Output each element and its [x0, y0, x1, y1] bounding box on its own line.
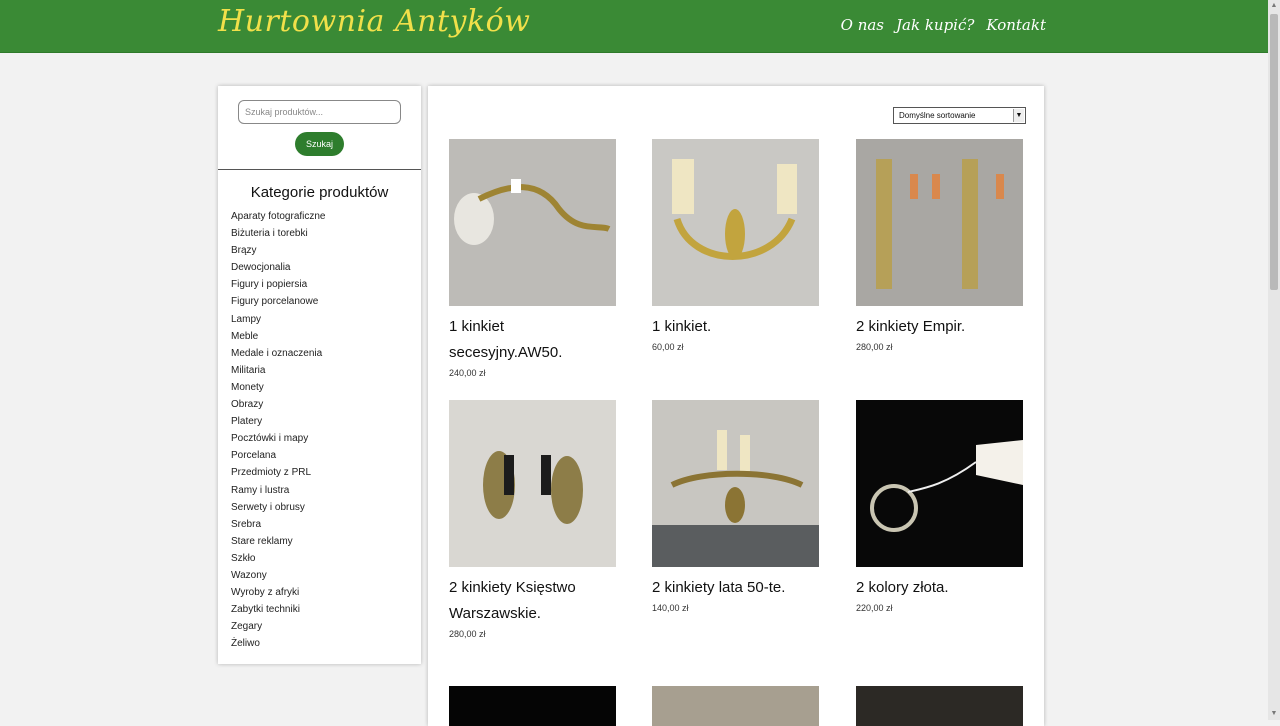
sort-select[interactable]: Domyślne sortowanie ▼ [893, 107, 1026, 124]
page-scrollbar[interactable]: ▲ ▼ [1268, 0, 1280, 720]
category-link[interactable]: Pocztówki i mapy [231, 430, 326, 447]
product-image[interactable] [449, 139, 616, 306]
product-card[interactable]: 1 kinkiet. 60,00 zł [652, 139, 819, 352]
product-title[interactable]: 1 kinkiet secesyjny.AW50. [449, 314, 616, 366]
search-button[interactable]: Szukaj [295, 132, 344, 156]
divider [218, 169, 421, 170]
product-card[interactable]: 2 kinkiety Empir. 280,00 zł [856, 139, 1023, 352]
product-card[interactable]: 2 kolory złota. 220,00 zł [856, 400, 1023, 613]
category-link[interactable]: Stare reklamy [231, 533, 326, 550]
scroll-thumb[interactable] [1270, 14, 1278, 290]
category-link[interactable]: Ramy i lustra [231, 482, 326, 499]
product-title[interactable]: 1 kinkiet. [652, 314, 819, 340]
category-link[interactable]: Serwety i obrusy [231, 499, 326, 516]
product-image[interactable] [856, 139, 1023, 306]
category-link[interactable]: Biżuteria i torebki [231, 225, 326, 242]
site-header: Hurtownia Antyków O nas Jak kupić? Konta… [0, 0, 1268, 53]
product-price: 140,00 zł [652, 603, 689, 613]
product-image[interactable] [856, 686, 1023, 726]
scroll-up-icon[interactable]: ▲ [1268, 0, 1280, 12]
product-card[interactable] [652, 686, 819, 726]
product-card[interactable] [856, 686, 1023, 726]
category-link[interactable]: Zabytki techniki [231, 601, 326, 618]
main-nav: O nas Jak kupić? Kontakt [841, 16, 1046, 34]
category-link[interactable]: Zegary [231, 618, 326, 635]
scroll-down-icon[interactable]: ▼ [1268, 708, 1280, 720]
product-price: 240,00 zł [449, 368, 486, 378]
category-link[interactable]: Przedmioty z PRL [231, 464, 326, 481]
chevron-down-icon: ▼ [1013, 109, 1024, 122]
category-link[interactable]: Figury porcelanowe [231, 293, 326, 310]
product-price: 280,00 zł [449, 629, 486, 639]
product-image[interactable] [449, 400, 616, 567]
product-card[interactable]: 1 kinkiet secesyjny.AW50. 240,00 zł [449, 139, 616, 378]
product-title[interactable]: 2 kinkiety lata 50-te. [652, 575, 819, 601]
categories-title: Kategorie produktów [250, 184, 389, 201]
product-title[interactable]: 2 kinkiety Empir. [856, 314, 1023, 340]
product-image[interactable] [652, 139, 819, 306]
product-title[interactable]: 2 kolory złota. [856, 575, 1023, 601]
category-link[interactable]: Porcelana [231, 447, 326, 464]
category-link[interactable]: Brązy [231, 242, 326, 259]
product-image[interactable] [652, 400, 819, 567]
search-input[interactable] [238, 100, 401, 124]
product-card[interactable] [449, 686, 616, 726]
category-link[interactable]: Srebra [231, 516, 326, 533]
product-card[interactable]: 2 kinkiety Księstwo Warszawskie. 280,00 … [449, 400, 616, 639]
product-price: 60,00 zł [652, 342, 684, 352]
product-title[interactable]: 2 kinkiety Księstwo Warszawskie. [449, 575, 616, 627]
category-link[interactable]: Monety [231, 379, 326, 396]
product-area: Domyślne sortowanie ▼ 1 kinkiet secesyjn… [428, 86, 1044, 726]
product-image[interactable] [652, 686, 819, 726]
category-link[interactable]: Żeliwo [231, 635, 326, 652]
product-image[interactable] [449, 686, 616, 726]
category-link[interactable]: Meble [231, 328, 326, 345]
product-card[interactable]: 2 kinkiety lata 50-te. 140,00 zł [652, 400, 819, 613]
category-link[interactable]: Szkło [231, 550, 326, 567]
nav-contact[interactable]: Kontakt [986, 16, 1046, 34]
category-link[interactable]: Lampy [231, 311, 326, 328]
product-price: 280,00 zł [856, 342, 893, 352]
sidebar: Szukaj Kategorie produktów Aparaty fotog… [218, 86, 421, 664]
product-image[interactable] [856, 400, 1023, 567]
site-logo[interactable]: Hurtownia Antyków [218, 4, 530, 39]
category-link[interactable]: Medale i oznaczenia [231, 345, 326, 362]
sort-selected-value: Domyślne sortowanie [899, 111, 976, 120]
category-list: Aparaty fotograficzne Biżuteria i torebk… [231, 208, 326, 652]
category-link[interactable]: Figury i popiersia [231, 276, 326, 293]
nav-about[interactable]: O nas [841, 16, 884, 34]
category-link[interactable]: Dewocjonalia [231, 259, 326, 276]
category-link[interactable]: Platery [231, 413, 326, 430]
category-link[interactable]: Wyroby z afryki [231, 584, 326, 601]
category-link[interactable]: Wazony [231, 567, 326, 584]
category-link[interactable]: Militaria [231, 362, 326, 379]
product-price: 220,00 zł [856, 603, 893, 613]
category-link[interactable]: Obrazy [231, 396, 326, 413]
nav-how-to-buy[interactable]: Jak kupić? [896, 16, 974, 34]
category-link[interactable]: Aparaty fotograficzne [231, 208, 326, 225]
